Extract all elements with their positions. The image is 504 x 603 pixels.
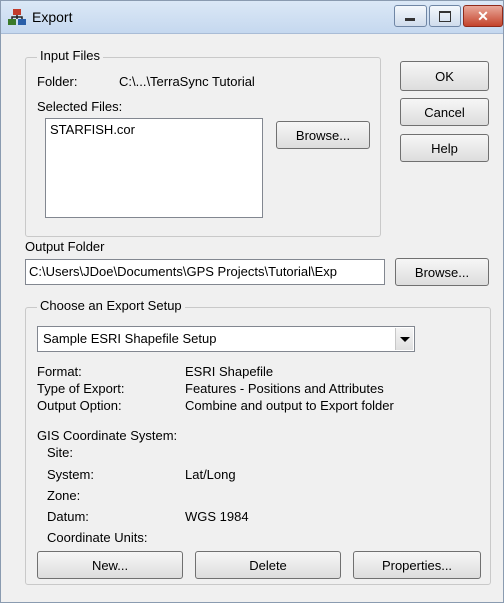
folder-value: C:\...\TerraSync Tutorial	[119, 74, 255, 89]
chevron-down-icon[interactable]	[395, 328, 413, 350]
export-dialog: Export ✕ Input Files Folder: C:\...\Terr…	[0, 0, 504, 603]
selected-files-list[interactable]: STARFISH.cor	[45, 118, 263, 218]
output-option-value: Combine and output to Export folder	[185, 398, 394, 413]
maximize-button[interactable]	[429, 5, 461, 27]
type-value: Features - Positions and Attributes	[185, 381, 384, 396]
title-bar[interactable]: Export ✕	[1, 1, 503, 34]
close-button[interactable]: ✕	[463, 5, 503, 27]
cancel-button[interactable]: Cancel	[400, 98, 489, 126]
output-option-label: Output Option:	[37, 398, 122, 413]
delete-setup-button[interactable]: Delete	[195, 551, 341, 579]
export-setup-dropdown[interactable]: Sample ESRI Shapefile Setup	[37, 326, 415, 352]
maximize-icon	[439, 11, 451, 22]
output-folder-label: Output Folder	[25, 239, 105, 254]
window-title: Export	[32, 9, 73, 25]
system-label: System:	[47, 467, 94, 482]
minimize-icon	[405, 18, 415, 21]
output-folder-input[interactable]: C:\Users\JDoe\Documents\GPS Projects\Tut…	[25, 259, 385, 285]
format-label: Format:	[37, 364, 82, 379]
datum-value: WGS 1984	[185, 509, 249, 524]
export-setup-selected: Sample ESRI Shapefile Setup	[43, 331, 217, 346]
output-browse-button[interactable]: Browse...	[395, 258, 489, 286]
close-icon: ✕	[477, 8, 489, 24]
export-setup-legend: Choose an Export Setup	[37, 298, 185, 313]
file-list-item[interactable]: STARFISH.cor	[50, 122, 258, 137]
type-label: Type of Export:	[37, 381, 125, 396]
gis-coordinate-label: GIS Coordinate System:	[37, 428, 178, 443]
properties-setup-button[interactable]: Properties...	[353, 551, 481, 579]
zone-label: Zone:	[47, 488, 81, 503]
minimize-button[interactable]	[394, 5, 427, 27]
input-browse-button[interactable]: Browse...	[276, 121, 370, 149]
site-label: Site:	[47, 445, 74, 460]
help-button[interactable]: Help	[400, 134, 489, 162]
ok-button[interactable]: OK	[400, 61, 489, 91]
selected-files-label: Selected Files:	[37, 99, 123, 114]
coordinate-units-label: Coordinate Units:	[47, 530, 148, 545]
input-files-legend: Input Files	[37, 48, 103, 63]
format-value: ESRI Shapefile	[185, 364, 274, 379]
export-app-icon	[8, 9, 26, 25]
system-value: Lat/Long	[185, 467, 236, 482]
datum-label: Datum:	[47, 509, 89, 524]
new-setup-button[interactable]: New...	[37, 551, 183, 579]
folder-label: Folder:	[37, 74, 78, 89]
